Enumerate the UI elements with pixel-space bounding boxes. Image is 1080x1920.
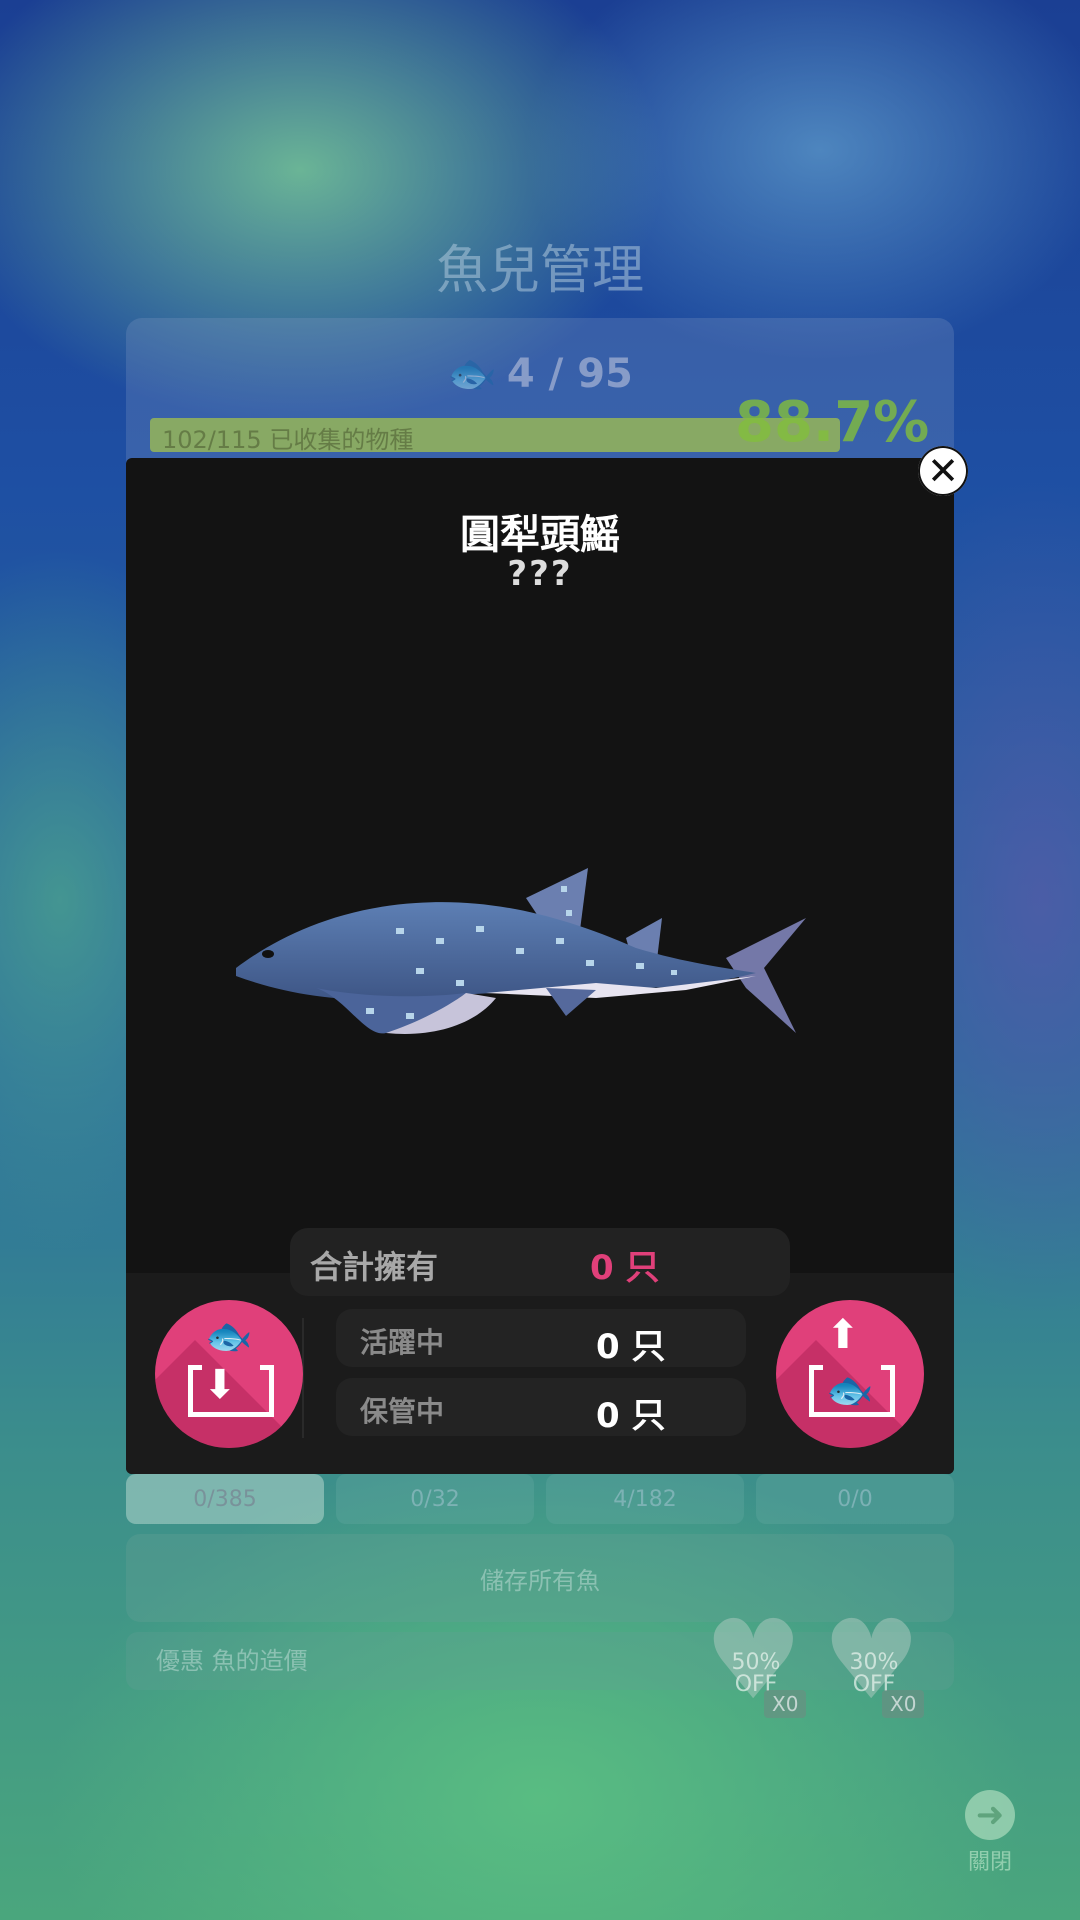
total-owned-label: 合計擁有 (310, 1248, 439, 1286)
fish-count-value: 4 / 95 (506, 351, 633, 397)
coupon-50[interactable]: ♥ 50% OFF X0 (704, 1605, 814, 1718)
tab-4[interactable]: 0/0 (756, 1474, 954, 1524)
total-owned-row: 合計擁有 0 只 (290, 1228, 790, 1296)
collection-percent: 88.7% (735, 390, 930, 455)
fish-detail-modal: 圓犁頭鰩 ??? 合計擁有 0 只 活躍中 0 只 保管中 0 只 🐟 ⬇ ⬆ … (126, 458, 954, 1474)
active-label: 活躍中 (360, 1326, 445, 1359)
collection-progress-text: 102/115 已收集的物種 (162, 426, 414, 454)
fish-icon: 🐟 (447, 351, 497, 397)
store-fish-button[interactable]: 🐟 ⬇ (155, 1300, 303, 1448)
arrow-up-icon: ⬆ (826, 1312, 860, 1358)
fish-name: 圓犁頭鰩 (460, 512, 620, 558)
coupon-30[interactable]: ♥ 30% OFF X0 (822, 1605, 932, 1718)
tab-3[interactable]: 4/182 (546, 1474, 744, 1524)
arrow-down-icon: ⬇ (203, 1362, 237, 1408)
stored-value: 0 只 (596, 1396, 666, 1436)
tab-1[interactable]: 0/385 (126, 1474, 324, 1524)
close-screen-label: 關閉 (967, 1850, 1012, 1875)
fish-icon: 🐟 (205, 1314, 253, 1358)
active-row: 活躍中 0 只 (336, 1309, 746, 1367)
coupon-30-count: X0 (882, 1690, 925, 1718)
tab-2[interactable]: 0/32 (336, 1474, 534, 1524)
close-icon[interactable]: ✕ (918, 446, 968, 496)
fish-icon: 🐟 (826, 1368, 874, 1412)
stored-row: 保管中 0 只 (336, 1378, 746, 1436)
release-fish-button[interactable]: ⬆ 🐟 (776, 1300, 924, 1448)
stored-label: 保管中 (360, 1395, 445, 1428)
active-value: 0 只 (596, 1327, 666, 1367)
page-title: 魚兒管理 (435, 241, 644, 301)
fish-subtitle: ??? (507, 554, 573, 594)
coupon-50-count: X0 (764, 1690, 807, 1718)
category-tabs: 0/385 0/32 4/182 0/0 (126, 1474, 954, 1524)
fish-model-image (236, 868, 806, 1034)
total-owned-value: 0 只 (590, 1248, 660, 1288)
arrow-right-circle-icon: ➜ (965, 1790, 1015, 1840)
close-screen-button[interactable]: ➜ 關閉 (960, 1790, 1020, 1880)
